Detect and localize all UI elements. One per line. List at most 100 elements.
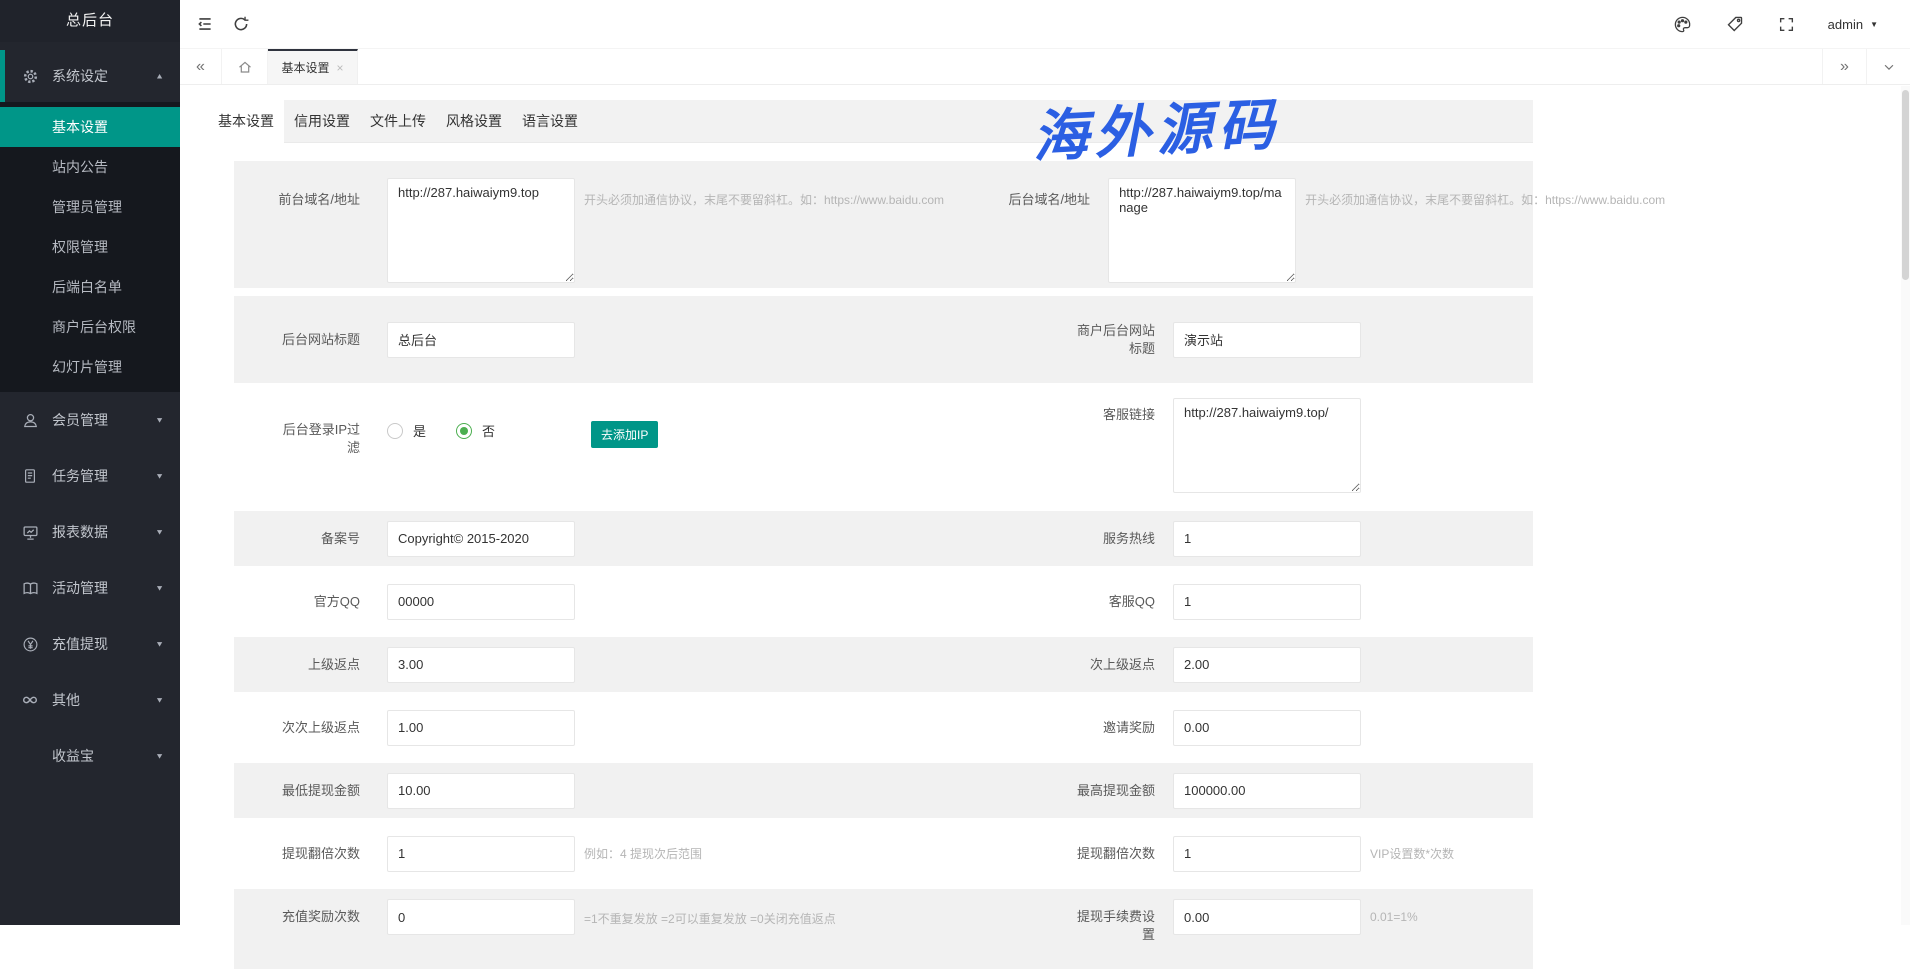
sidebar-subitem-0-5[interactable]: 商户后台权限 — [0, 307, 180, 347]
form-input[interactable] — [387, 710, 575, 746]
settings-form: 前台域名/地址http://287.haiwaiym9.top开头必须加通信协议… — [208, 143, 1533, 969]
caret-down-icon: ▼ — [155, 416, 164, 425]
caret-down-icon: ▼ — [155, 472, 164, 481]
hint-text: 开头必须加通信协议，末尾不要留斜杠。如：https://www.baidu.co… — [584, 191, 944, 208]
form-label: 充值奖励次数 — [274, 908, 360, 926]
user-menu[interactable]: admin ▼ — [1828, 17, 1878, 32]
form-input[interactable] — [1173, 899, 1361, 935]
sidebar-item-7[interactable]: 收益宝▼ — [0, 728, 180, 784]
sidebar-subitem-0-4[interactable]: 后端白名单 — [0, 267, 180, 307]
form-input[interactable] — [1173, 710, 1361, 746]
field-group: 服务热线 — [1009, 511, 1533, 566]
page-tab-label: 基本设置 — [281, 59, 329, 76]
sidebar-item-0[interactable]: 系统设定▲ — [0, 50, 180, 102]
sidebar-item-label: 报表数据 — [52, 522, 155, 542]
field-group: 次次上级返点 — [234, 700, 1009, 755]
settings-tab-0[interactable]: 基本设置 — [208, 100, 284, 143]
form-label: 商户后台网站标题 — [1069, 322, 1155, 358]
hint-text: 例如：4 提现次后范围 — [584, 845, 702, 862]
form-input[interactable] — [387, 647, 575, 683]
scrollbar-thumb[interactable] — [1902, 90, 1909, 280]
form-textarea[interactable]: http://287.haiwaiym9.top/ — [1173, 398, 1361, 493]
field-group: 提现翻倍次数例如：4 提现次后范围 — [234, 826, 1009, 881]
settings-tab-3[interactable]: 风格设置 — [436, 100, 512, 142]
scrollbar-track[interactable] — [1901, 86, 1910, 925]
form-input[interactable] — [1173, 521, 1361, 557]
yen-icon — [20, 636, 40, 652]
form-input[interactable] — [387, 899, 575, 935]
tabs-scroll-right-button[interactable]: » — [1822, 49, 1866, 84]
form-input[interactable] — [387, 521, 575, 557]
form-input[interactable] — [387, 836, 575, 872]
tabs-scroll-left-button[interactable]: « — [180, 49, 222, 84]
form-label: 客服链接 — [1069, 406, 1155, 424]
sidebar-submenu: 基本设置站内公告管理员管理权限管理后端白名单商户后台权限幻灯片管理 — [0, 102, 180, 392]
form-textarea[interactable]: http://287.haiwaiym9.top/manage — [1108, 178, 1296, 283]
form-input[interactable] — [1173, 836, 1361, 872]
settings-tabs: 基本设置信用设置文件上传风格设置语言设置 — [208, 100, 1533, 143]
sidebar-item-label: 任务管理 — [52, 466, 155, 486]
settings-tab-1[interactable]: 信用设置 — [284, 100, 360, 142]
sidebar-item-label: 会员管理 — [52, 410, 155, 430]
chevron-down-icon — [1882, 60, 1896, 74]
close-icon[interactable]: × — [337, 61, 344, 75]
sidebar-item-label: 其他 — [52, 690, 155, 710]
form-row: 提现翻倍次数例如：4 提现次后范围 提现翻倍次数 VIP设置数*次数 — [234, 826, 1533, 881]
form-textarea[interactable]: http://287.haiwaiym9.top — [387, 178, 575, 283]
form-label: 后台网站标题 — [274, 331, 360, 349]
radio-option-1[interactable]: 否 — [456, 421, 495, 440]
sidebar-item-2[interactable]: 任务管理▼ — [0, 448, 180, 504]
form-input[interactable] — [1173, 773, 1361, 809]
palette-icon[interactable] — [1672, 13, 1694, 35]
form-label: 提现翻倍次数 — [1069, 845, 1155, 863]
tabs-menu-button[interactable] — [1866, 49, 1910, 84]
settings-card: 基本设置信用设置文件上传风格设置语言设置 前台域名/地址http://287.h… — [208, 100, 1533, 969]
form-label: 服务热线 — [1069, 530, 1155, 548]
field-group: 后台登录IP过滤是否去添加IP — [234, 391, 1009, 503]
sidebar-item-label: 活动管理 — [52, 578, 155, 598]
sidebar-subitem-0-1[interactable]: 站内公告 — [0, 147, 180, 187]
sidebar-subitem-0-3[interactable]: 权限管理 — [0, 227, 180, 267]
sidebar-subitem-0-6[interactable]: 幻灯片管理 — [0, 347, 180, 387]
fullscreen-icon[interactable] — [1776, 13, 1798, 35]
form-input[interactable] — [387, 584, 575, 620]
sidebar-collapse-icon[interactable] — [194, 13, 216, 35]
document-icon — [20, 468, 40, 484]
form-row: 后台网站标题 商户后台网站标题 — [234, 296, 1533, 383]
refresh-icon[interactable] — [230, 13, 252, 35]
sidebar-item-label: 系统设定 — [52, 66, 155, 86]
form-label: 上级返点 — [274, 656, 360, 674]
sidebar-subitem-0-0[interactable]: 基本设置 — [0, 107, 180, 147]
form-label: 客服QQ — [1069, 593, 1155, 611]
form-row: 上级返点次上级返点 — [234, 637, 1533, 692]
add-ip-button[interactable]: 去添加IP — [591, 421, 658, 448]
sidebar-item-5[interactable]: 充值提现▼ — [0, 616, 180, 672]
settings-tab-4[interactable]: 语言设置 — [512, 100, 588, 142]
form-input[interactable] — [387, 322, 575, 358]
form-input[interactable] — [1173, 584, 1361, 620]
home-tab[interactable] — [222, 49, 268, 84]
sidebar-subitem-0-2[interactable]: 管理员管理 — [0, 187, 180, 227]
sidebar-item-4[interactable]: 活动管理▼ — [0, 560, 180, 616]
form-row: 后台登录IP过滤是否去添加IP客服链接http://287.haiwaiym9.… — [234, 391, 1533, 503]
hint-text: VIP设置数*次数 — [1370, 845, 1454, 862]
field-group: 商户后台网站标题 — [1009, 296, 1533, 383]
form-input[interactable] — [387, 773, 575, 809]
tag-icon[interactable] — [1724, 13, 1746, 35]
form-label: 次次上级返点 — [274, 719, 360, 737]
open-page-tab[interactable]: 基本设置 × — [268, 49, 358, 84]
radio-option-0[interactable]: 是 — [387, 421, 426, 440]
user-name: admin — [1828, 17, 1863, 32]
sidebar-item-1[interactable]: 会员管理▼ — [0, 392, 180, 448]
radio-label: 否 — [482, 421, 495, 440]
settings-tab-2[interactable]: 文件上传 — [360, 100, 436, 142]
form-row: 官方QQ客服QQ — [234, 574, 1533, 629]
sidebar-item-6[interactable]: 其他▼ — [0, 672, 180, 728]
form-label: 邀请奖励 — [1069, 719, 1155, 737]
chevron-down-icon: ▼ — [1870, 20, 1878, 29]
form-input[interactable] — [1173, 322, 1361, 358]
app-title: 总后台 — [0, 0, 180, 42]
form-input[interactable] — [1173, 647, 1361, 683]
sidebar-item-3[interactable]: 报表数据▼ — [0, 504, 180, 560]
field-group: 最低提现金额 — [234, 763, 1009, 818]
